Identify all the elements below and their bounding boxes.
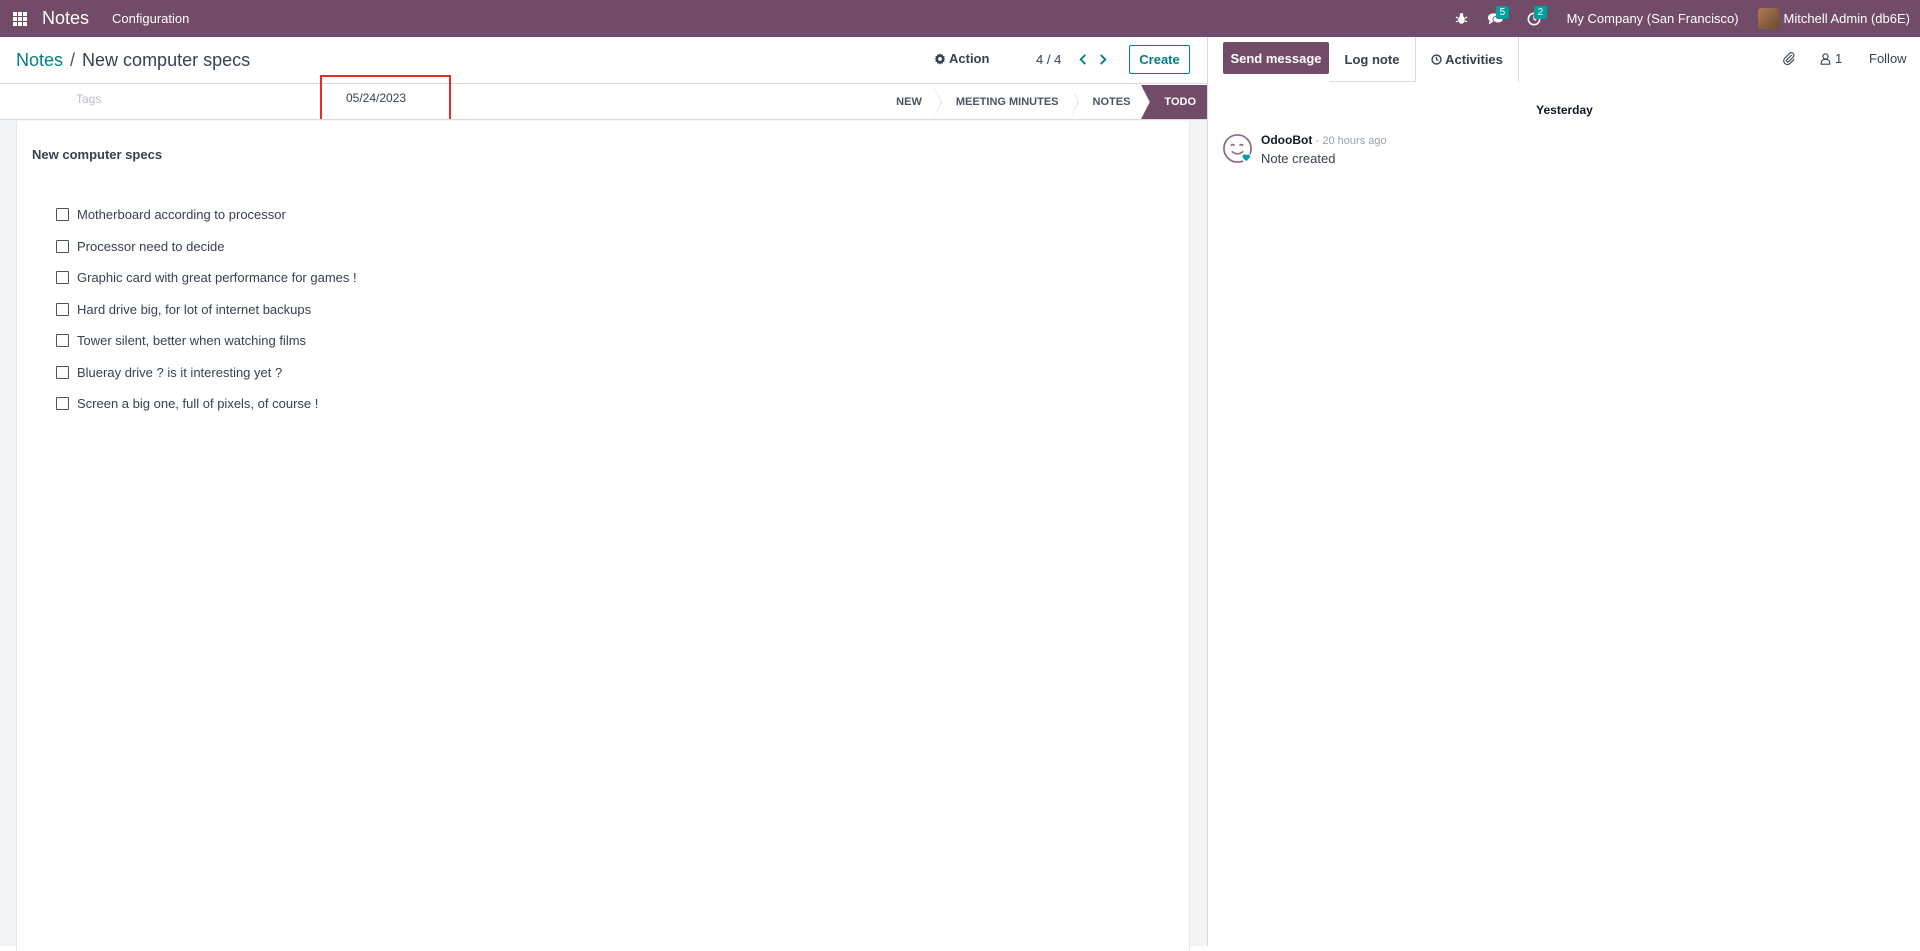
checkbox[interactable] <box>56 302 69 316</box>
checklist-item-text[interactable]: Tower silent, better when watching films <box>77 333 306 348</box>
message-date: - 20 hours ago <box>1315 135 1387 147</box>
breadcrumb-separator: / <box>70 50 76 70</box>
user-avatar <box>1757 8 1779 29</box>
breadcrumb-notes-link[interactable]: Notes <box>16 50 63 71</box>
messages-count-badge: 5 <box>1495 5 1510 19</box>
action-label: Action <box>949 51 990 66</box>
clock-icon <box>1431 54 1442 65</box>
messages-icon[interactable]: 5 <box>1485 5 1510 30</box>
odoobot-avatar[interactable] <box>1222 133 1253 164</box>
checklist-item-text[interactable]: Blueray drive ? is it interesting yet ? <box>77 365 282 380</box>
activities-count-badge: 2 <box>1533 5 1548 19</box>
message-author[interactable]: OdooBot <box>1261 133 1312 147</box>
create-button[interactable]: Create <box>1129 45 1190 74</box>
message-body: Note created <box>1261 151 1336 166</box>
followers-count: 1 <box>1835 51 1843 66</box>
user-menu[interactable]: Mitchell Admin (db6E) <box>1757 8 1910 29</box>
activities-label: Activities <box>1445 52 1503 67</box>
navbar-systray: 5 2 My Company (San Francisco) Mitchell … <box>1439 0 1910 37</box>
note-title[interactable]: New computer specs <box>32 147 162 162</box>
debug-bug-icon[interactable] <box>1451 8 1473 30</box>
follow-button[interactable]: Follow <box>1869 51 1907 66</box>
checklist-item-text[interactable]: Motherboard according to processor <box>77 207 286 222</box>
checklist-item-text[interactable]: Screen a big one, full of pixels, of cou… <box>77 396 318 411</box>
chatter-panel: Send message Log note Activities 1 Follo… <box>1207 37 1920 946</box>
activities-button[interactable]: Activities <box>1416 37 1519 82</box>
top-navbar: Notes Configuration 5 2 My Company (San … <box>0 0 1920 37</box>
user-icon <box>1820 52 1831 65</box>
pager-value[interactable]: 4 / 4 <box>1036 52 1061 67</box>
checkbox[interactable] <box>56 239 69 253</box>
checklist-item: Graphic card with great performance for … <box>56 262 357 294</box>
checklist-item-text[interactable]: Hard drive big, for lot of internet back… <box>77 302 311 317</box>
checklist-item: Tower silent, better when watching films <box>56 325 357 357</box>
breadcrumb-current: New computer specs <box>82 50 251 70</box>
send-message-button[interactable]: Send message <box>1223 42 1329 74</box>
message-header: OdooBot - 20 hours ago <box>1261 133 1387 147</box>
checklist-item: Screen a big one, full of pixels, of cou… <box>56 388 357 420</box>
stage-notes[interactable]: NOTES <box>1069 85 1151 119</box>
checkbox[interactable] <box>56 334 69 348</box>
checklist-item: Hard drive big, for lot of internet back… <box>56 294 357 326</box>
pager: 4 / 4 <box>1036 51 1113 67</box>
chatter-topbar: Send message Log note Activities 1 Follo… <box>1208 37 1920 82</box>
followers-button[interactable]: 1 <box>1820 51 1842 66</box>
checkbox[interactable] <box>56 365 69 379</box>
activities-clock-icon[interactable]: 2 <box>1523 5 1548 30</box>
note-sheet: New computer specs Motherboard according… <box>16 121 1190 951</box>
checklist-item: Motherboard according to processor <box>56 199 357 231</box>
stage-new[interactable]: NEW <box>886 85 942 119</box>
control-panel-divider <box>0 83 1207 84</box>
user-name: Mitchell Admin (db6E) <box>1783 11 1910 26</box>
checklist-item-text[interactable]: Processor need to decide <box>77 239 224 254</box>
apps-menu-icon[interactable] <box>13 11 27 26</box>
attachment-paperclip-icon[interactable] <box>1782 51 1796 69</box>
checkbox[interactable] <box>56 208 69 222</box>
checklist-item-text[interactable]: Graphic card with great performance for … <box>77 270 357 285</box>
company-switcher[interactable]: My Company (San Francisco) <box>1567 11 1739 26</box>
checklist-item: Processor need to decide <box>56 231 357 263</box>
checkbox[interactable] <box>56 271 69 285</box>
message-content: OdooBot - 20 hours ago Note created <box>1261 133 1387 166</box>
app-name[interactable]: Notes <box>42 8 89 29</box>
form-view: Notes / New computer specs Action 4 / 4 … <box>0 37 1207 951</box>
day-separator: Yesterday <box>1536 103 1593 117</box>
checkbox[interactable] <box>56 397 69 411</box>
action-menu-button[interactable]: Action <box>934 51 989 66</box>
chatter-message: OdooBot - 20 hours ago Note created <box>1222 133 1387 166</box>
stage-meeting-minutes[interactable]: MEETING MINUTES <box>932 85 1079 119</box>
breadcrumb: Notes / New computer specs <box>16 50 250 71</box>
menu-configuration[interactable]: Configuration <box>112 11 189 26</box>
stage-statusbar: NEW MEETING MINUTES NOTES TODO <box>886 85 1207 119</box>
tags-field[interactable]: Tags <box>76 92 101 106</box>
stage-todo[interactable]: TODO <box>1141 85 1207 119</box>
checklist-item: Blueray drive ? is it interesting yet ? <box>56 357 357 389</box>
checklist: Motherboard according to processor Proce… <box>56 199 357 420</box>
log-note-button[interactable]: Log note <box>1329 37 1416 82</box>
pager-next-icon[interactable] <box>1093 51 1113 67</box>
gear-icon <box>934 52 946 65</box>
pager-previous-icon[interactable] <box>1073 51 1093 67</box>
